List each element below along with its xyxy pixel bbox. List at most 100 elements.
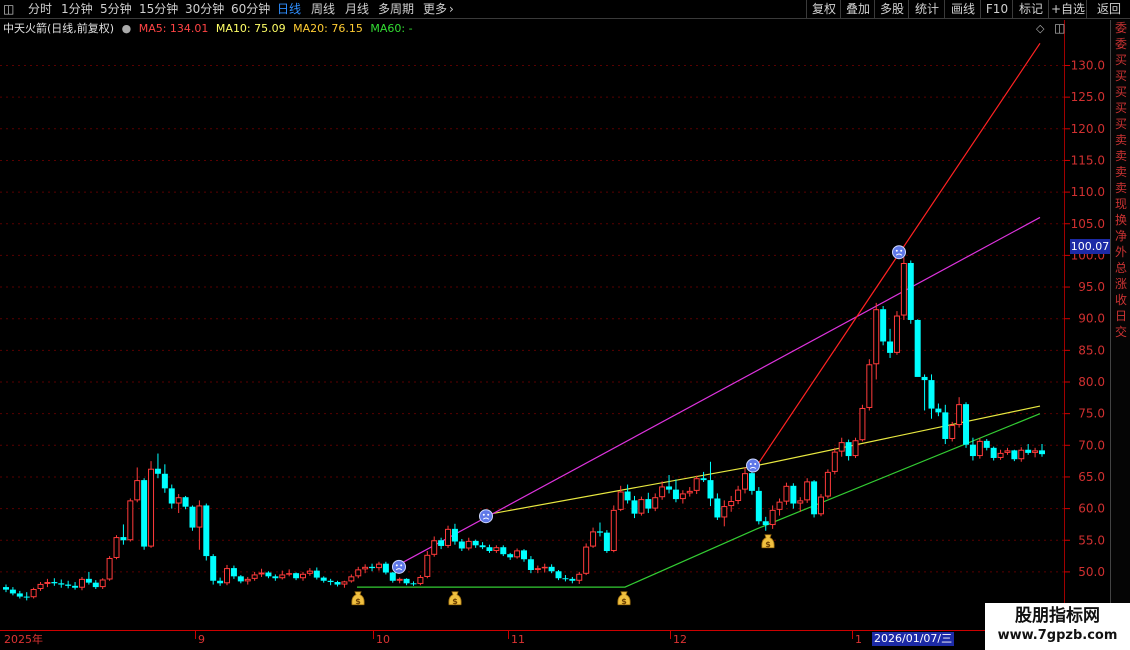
candle-body <box>78 578 85 588</box>
side-panel-label: 日 <box>1114 309 1127 323</box>
tab-timeshare[interactable]: 分时 <box>28 1 52 17</box>
ma60-value: MA60: - <box>370 22 413 35</box>
candle-body <box>679 493 686 500</box>
candle-body <box>942 412 949 439</box>
candle-body <box>935 408 942 413</box>
candle-body <box>258 572 265 575</box>
side-panel-label: 涨 <box>1114 277 1127 291</box>
tab-30min[interactable]: 30分钟 <box>185 1 224 17</box>
tab-1min[interactable]: 1分钟 <box>61 1 93 17</box>
panel-toggle-icon[interactable]: ◫ <box>1054 21 1065 35</box>
adjust-button[interactable]: 复权 <box>806 0 841 18</box>
tab-60min[interactable]: 60分钟 <box>231 1 270 17</box>
side-panel-label: 卖 <box>1114 181 1127 195</box>
candle-body <box>983 440 990 448</box>
candle-body <box>265 572 272 577</box>
draw-line-button[interactable]: 画线 <box>944 0 981 18</box>
candle-body <box>748 473 755 491</box>
candle-body <box>928 380 935 409</box>
candle-body <box>44 582 51 584</box>
sad-face-icon <box>479 509 493 524</box>
tab-weekly[interactable]: 周线 <box>311 1 335 17</box>
diamond-icon[interactable]: ◇ <box>1036 22 1044 35</box>
side-panel-label: 委 <box>1114 37 1127 51</box>
candle-body <box>652 497 659 509</box>
candle-body <box>790 485 797 504</box>
candlestick-chart[interactable]: 130.0125.0120.0115.0110.0105.0100.095.09… <box>0 20 1110 630</box>
multi-stock-button[interactable]: 多股 <box>874 0 909 18</box>
candle-body <box>396 578 403 581</box>
candle-body <box>438 540 445 546</box>
candle-body <box>666 486 673 490</box>
side-quote-panel[interactable]: 委委买买买买买卖卖卖卖现换净外总涨收日交 <box>1110 20 1130 630</box>
candle-body <box>624 491 631 501</box>
candle-body <box>1004 450 1011 453</box>
candle-body <box>845 442 852 457</box>
cursor-date-label: 2026/01/07/三 <box>872 632 955 646</box>
candle-body <box>576 573 583 581</box>
candle-body <box>969 444 976 457</box>
settings-circle-icon[interactable]: ● <box>122 22 132 35</box>
y-tick-label: 95.0 <box>1078 280 1105 294</box>
candle-body <box>479 545 486 548</box>
mark-button[interactable]: 标记 <box>1012 0 1049 18</box>
tab-more[interactable]: 更多 › <box>423 1 454 17</box>
candle-body <box>175 497 182 504</box>
candle <box>127 498 134 542</box>
candle-body <box>189 506 196 528</box>
watermark-title: 股朋指标网 <box>1015 606 1100 626</box>
candle-body <box>707 480 714 499</box>
candle-body <box>914 319 921 377</box>
statistics-button[interactable]: 统计 <box>908 0 945 18</box>
date-label-year: 2025年 <box>4 633 43 646</box>
candle-body <box>714 498 721 518</box>
stock-title: 中天火箭(日线,前复权) <box>3 22 115 35</box>
candle-body <box>313 570 320 578</box>
side-panel-label: 净 <box>1114 229 1127 243</box>
candle-body <box>1018 449 1025 460</box>
candle-body <box>451 528 458 542</box>
indicator-info-bar: 中天火箭(日线,前复权) ● MA5: 134.01 MA10: 75.09 M… <box>0 20 417 38</box>
candle-body <box>590 531 597 547</box>
candle-body <box>272 576 279 579</box>
candle-body <box>85 578 92 583</box>
side-panel-label: 卖 <box>1114 149 1127 163</box>
layout-toggle-icon[interactable]: ◫ <box>3 1 14 17</box>
candle-body <box>424 554 431 577</box>
sad-face-circle <box>479 509 493 524</box>
candle-body <box>603 532 610 552</box>
candle-body <box>382 563 389 573</box>
candle-body <box>286 573 293 575</box>
sad-face-circle <box>892 245 906 260</box>
candle-body <box>369 566 376 569</box>
candle <box>866 359 873 411</box>
candle <box>893 311 900 355</box>
overlay-button[interactable]: 叠加 <box>840 0 875 18</box>
candle-body <box>431 540 438 555</box>
sad-face-circle <box>746 458 760 473</box>
tab-multi-period[interactable]: 多周期 <box>378 1 414 17</box>
tab-5min[interactable]: 5分钟 <box>100 1 132 17</box>
candle-body <box>1032 450 1039 453</box>
watermark-url: www.7gpzb.com <box>997 628 1118 643</box>
tab-daily[interactable]: 日线 <box>277 1 301 17</box>
candle-body <box>92 582 99 588</box>
add-watchlist-button[interactable]: +自选 <box>1048 0 1087 18</box>
candle-body <box>541 566 548 569</box>
y-tick-label: 120.0 <box>1071 122 1105 136</box>
candle-body <box>1011 450 1018 460</box>
f10-button[interactable]: F10 <box>980 0 1013 18</box>
y-tick-label: 50.0 <box>1078 565 1105 579</box>
candle-body <box>113 537 120 558</box>
candle <box>852 437 859 458</box>
candle-body <box>99 579 106 588</box>
period-toolbar: ◫ 分时 1分钟 5分钟 15分钟 30分钟 60分钟 日线 周线 月线 多周期… <box>0 0 1130 19</box>
candle-body <box>410 583 417 585</box>
tab-monthly[interactable]: 月线 <box>345 1 369 17</box>
tab-15min[interactable]: 15分钟 <box>139 1 178 17</box>
back-button[interactable]: 返回 <box>1086 0 1130 18</box>
date-axis: 2025年 9 10 11 12 1 2026/01/07/三 <box>0 630 1130 650</box>
candle-body <box>127 500 134 541</box>
candle-body <box>65 584 72 586</box>
candle-body <box>804 481 811 501</box>
